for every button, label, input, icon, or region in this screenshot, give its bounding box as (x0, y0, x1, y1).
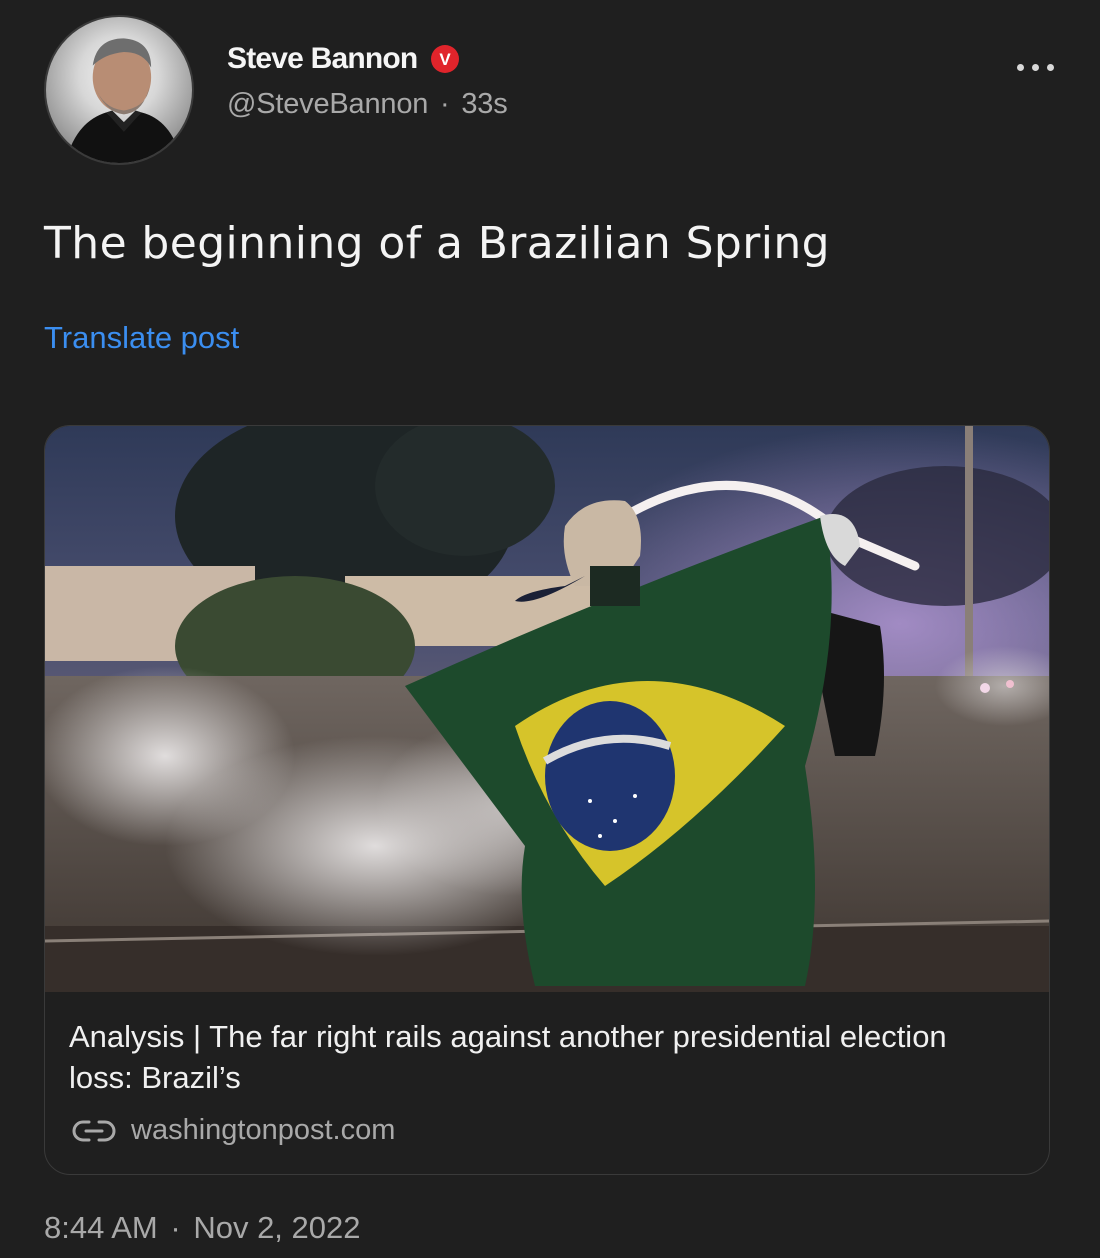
link-preview-image (45, 426, 1049, 992)
meta-separator: · (440, 88, 450, 120)
post-date: Nov 2, 2022 (193, 1210, 361, 1245)
avatar-photo (65, 38, 183, 163)
link-preview-card[interactable]: Analysis | The far right rails against a… (44, 425, 1050, 1175)
link-icon (72, 1120, 116, 1141)
avatar[interactable] (44, 15, 194, 165)
post-time: 8:44 AM (44, 1210, 158, 1245)
more-dots-icon (1016, 63, 1024, 71)
author-display-name[interactable]: Steve Bannon (227, 42, 418, 76)
timestamp-separator: · (170, 1210, 181, 1245)
post-timestamp[interactable]: 8:44 AM · Nov 2, 2022 (44, 1210, 361, 1246)
more-dots-icon (1046, 63, 1054, 71)
more-options-button[interactable] (1010, 60, 1060, 74)
post-text: The beginning of a Brazilian Spring (44, 218, 830, 269)
verified-badge-letter: V (439, 50, 451, 69)
link-preview-domain: washingtonpost.com (131, 1114, 396, 1146)
author-meta: @SteveBannon · 33s (227, 88, 508, 121)
more-dots-icon (1031, 63, 1039, 71)
link-preview-domain-row[interactable]: washingtonpost.com (71, 1114, 395, 1147)
verified-badge-icon: V (431, 45, 459, 73)
post-time-ago[interactable]: 33s (461, 88, 507, 120)
translate-post-link[interactable]: Translate post (44, 320, 239, 356)
link-preview-title[interactable]: Analysis | The far right rails against a… (69, 1016, 1019, 1098)
author-handle[interactable]: @SteveBannon (227, 88, 428, 120)
